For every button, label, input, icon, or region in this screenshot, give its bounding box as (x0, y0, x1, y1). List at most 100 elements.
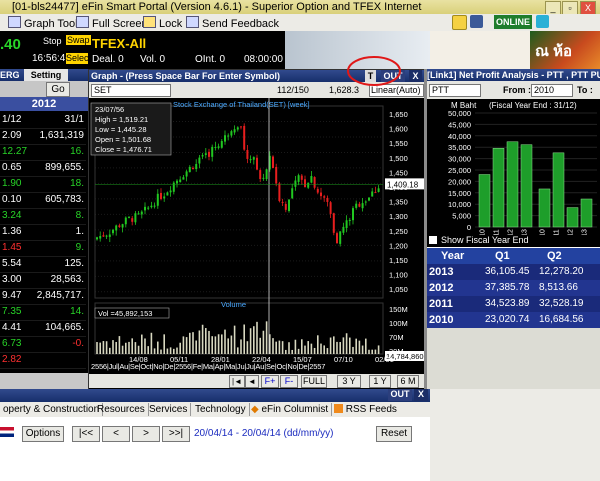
left-row-stat: 8. (75, 210, 84, 221)
go-button[interactable]: Go (46, 82, 70, 97)
tab-technology[interactable]: Technology (192, 403, 250, 416)
volume-bar (307, 341, 309, 354)
first-button[interactable]: |<< (72, 426, 100, 442)
tab-property-construction[interactable]: operty & Construction (0, 403, 104, 416)
last-button[interactable]: >>| (162, 426, 190, 442)
price-tick-label: 1,500 (389, 154, 408, 163)
graph-tool-menu[interactable]: Graph Tool (8, 16, 78, 30)
maximize-button[interactable]: ▫ (562, 1, 578, 15)
left-row[interactable]: 0.10 605,783. (0, 193, 86, 209)
left-row-stat: 18. (70, 178, 84, 189)
left-row-stat: 14. (70, 306, 84, 317)
from-year-select[interactable]: 2010 (531, 84, 573, 97)
left-row[interactable]: 0.65 899,655. (0, 161, 86, 177)
left-row[interactable]: 3.24 8. (0, 209, 86, 225)
np-table-row[interactable]: 2013 36,105.45 12,278.20 (427, 264, 600, 280)
np-table-row[interactable]: 2011 34,523.89 32,528.19 (427, 296, 600, 312)
send-feedback-menu[interactable]: Send Feedback (186, 16, 279, 30)
left-row-value: 3.24 (2, 210, 22, 221)
candle-body (313, 177, 316, 188)
twitter-icon[interactable] (536, 15, 549, 28)
first-page-button[interactable]: |◄ (229, 375, 245, 388)
left-row[interactable]: 1.90 18. (0, 177, 86, 193)
left-row[interactable]: 7.35 14. (0, 305, 86, 321)
open-interest: OInt. 0 (195, 54, 226, 65)
graph-panel: Graph - (Press Space Bar For Enter Symbo… (88, 69, 426, 391)
lightbulb-icon[interactable] (452, 15, 467, 30)
news-close-button[interactable]: X (414, 389, 428, 401)
options-button[interactable]: Options (22, 426, 64, 442)
price-chart[interactable]: 1,6501,6001,5501,5001,4501,4001,3501,300… (89, 98, 425, 362)
setting-button[interactable]: Setting (24, 69, 68, 81)
select-button[interactable]: Select (66, 53, 91, 64)
full-screen-menu[interactable]: Full Screen (76, 16, 148, 30)
date-tick-label: 15/07 (293, 355, 312, 362)
tab-services[interactable]: Services (146, 403, 192, 416)
left-row[interactable]: 6.73 -0. (0, 337, 86, 353)
left-row-value: 1.45 (2, 242, 22, 253)
panel-splitter[interactable] (424, 69, 427, 389)
candle-body (102, 235, 105, 237)
left-row[interactable]: 3.00 28,563. (0, 273, 86, 289)
f-plus-button[interactable]: F+ (261, 375, 279, 388)
minimize-button[interactable]: _ (545, 1, 561, 15)
left-row[interactable]: 1.45 9. (0, 241, 86, 257)
swap-button[interactable]: Swap (66, 35, 91, 45)
next-button[interactable]: > (132, 426, 160, 442)
np-q2: 32,528.19 (539, 298, 584, 309)
price-tick-label: 1,250 (389, 227, 408, 236)
graph-close-button[interactable]: X (409, 70, 422, 82)
lock-menu[interactable]: Lock (143, 16, 182, 30)
np-fiscal-label: (Fiscal Year End : 31/12) (489, 101, 577, 110)
np-y-tick: 50,000 (448, 109, 471, 118)
news-out-button[interactable]: OUT (388, 389, 412, 401)
promo-logo[interactable]: ณ ห้อ (530, 31, 600, 69)
candle-body (284, 204, 287, 210)
candle-body (160, 192, 162, 200)
candle-body (233, 129, 236, 133)
volume-bar (278, 340, 281, 354)
np-y-tick: 15,000 (448, 189, 471, 198)
np-table-row[interactable]: 2012 37,385.78 8,513.66 (427, 280, 600, 296)
stop-label[interactable]: Stop (43, 36, 62, 46)
left-panel: ERG Setting 2012 Go 1/12 31/1 2.09 1,631,31… (0, 69, 88, 389)
left-row[interactable]: 2.82 (0, 353, 86, 369)
graph-counter: 112/150 (277, 85, 309, 95)
range-full-button[interactable]: FULL (301, 375, 327, 388)
facebook-icon[interactable] (470, 15, 483, 28)
f-minus-button[interactable]: F- (280, 375, 298, 388)
left-row[interactable]: 5.54 125. (0, 257, 86, 273)
left-row[interactable]: 12.27 16. (0, 145, 86, 161)
range-3y-button[interactable]: 3 Y (337, 375, 361, 388)
close-button[interactable]: X (580, 1, 596, 15)
show-fiscal-checkbox[interactable] (429, 236, 437, 244)
np-bar (478, 174, 491, 228)
np-symbol-select[interactable]: PTT (429, 84, 481, 97)
volume-bar (336, 341, 338, 354)
range-1y-button[interactable]: 1 Y (369, 375, 391, 388)
left-row[interactable]: 2.09 1,631,319 (0, 129, 86, 145)
range-6m-button[interactable]: 6 M (397, 375, 419, 388)
candle-body (374, 192, 377, 194)
flag-icon[interactable] (0, 427, 14, 437)
volume-bar (160, 349, 162, 354)
reset-button[interactable]: Reset (376, 426, 412, 442)
tab-efin-columnist[interactable]: ◆ eFin Columnist (248, 403, 333, 416)
np-bar (520, 144, 533, 228)
previous-button[interactable]: < (102, 426, 130, 442)
tab-rss-feeds[interactable]: RSS Feeds (331, 403, 400, 416)
np-table-header: Year Q1 Q2 (427, 248, 600, 264)
graph-symbol-select[interactable]: SET (91, 84, 171, 97)
left-row[interactable]: 9.47 2,845,717. (0, 289, 86, 305)
left-scrollbar[interactable] (0, 373, 88, 389)
np-table-row[interactable]: 2010 23,020.74 16,684.56 (427, 312, 600, 328)
volume-bar (342, 337, 345, 354)
tab-resources[interactable]: Resources (94, 403, 149, 416)
left-row[interactable]: 1.36 1. (0, 225, 86, 241)
left-row[interactable]: 1/12 31/1 (0, 113, 86, 129)
volume-bar (208, 330, 210, 354)
prev-page-button[interactable]: ◄ (245, 375, 259, 388)
left-row[interactable]: 4.41 104,665. (0, 321, 86, 337)
volume-bar (256, 321, 258, 354)
volume-bar (198, 330, 201, 354)
